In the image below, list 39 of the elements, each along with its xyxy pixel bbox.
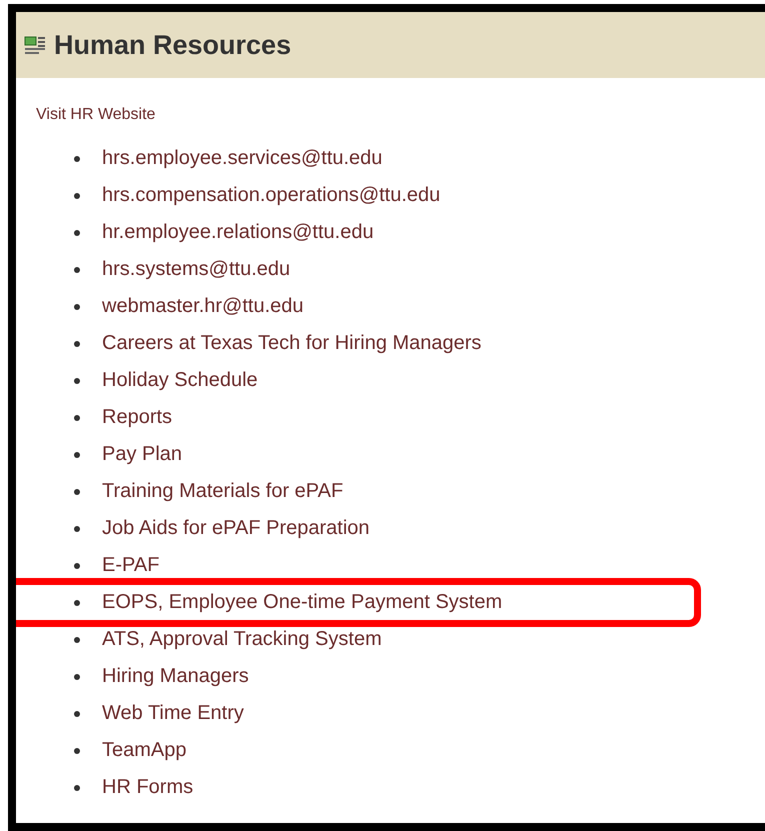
list-link[interactable]: Job Aids for ePAF Preparation [102,517,370,540]
panel-title: Human Resources [54,30,292,60]
bullet-icon [74,340,80,346]
newspaper-icon [24,35,46,55]
list-link[interactable]: Web Time Entry [102,702,244,725]
list-link[interactable]: Pay Plan [102,443,182,466]
bullet-icon [74,600,80,606]
bullet-icon [74,748,80,754]
website-link[interactable]: Visit HR Website [36,106,156,124]
list-link[interactable]: HR Forms [102,776,194,799]
bullet-icon [74,488,80,494]
list-link[interactable]: E-PAF [102,554,160,577]
list-link[interactable]: hrs.employee.services@ttu.edu [102,147,382,170]
bullet-icon [74,266,80,272]
list-link[interactable]: Training Materials for ePAF [102,480,344,503]
list-link[interactable]: EOPS, Employee One-time Payment System [102,591,502,614]
bullet-icon [74,526,80,532]
bullet-icon [74,636,80,642]
bullet-icon [74,304,80,310]
bullet-icon [74,562,80,568]
list-link[interactable]: hrs.systems@ttu.edu [102,258,290,281]
list-link[interactable]: ATS, Approval Tracking System [102,628,382,651]
bullet-icon [74,710,80,716]
list-link[interactable]: TeamApp [102,739,186,762]
bullet-icon [74,414,80,420]
bullet-icon [74,156,80,162]
list-link[interactable]: Reports [102,406,172,429]
bullet-icon [74,378,80,384]
bullet-icon [74,192,80,198]
bullet-icon [74,674,80,680]
bullet-icon [74,230,80,236]
bullet-icon [74,784,80,790]
list-link[interactable]: hr.employee.relations@ttu.edu [102,221,374,244]
list-link[interactable]: webmaster.hr@ttu.edu [102,295,304,318]
list-link[interactable]: Careers at Texas Tech for Hiring Managers [102,332,482,355]
list-link[interactable]: hrs.compensation.operations@ttu.edu [102,184,440,207]
bullet-icon [74,452,80,458]
list-link[interactable]: Hiring Managers [102,665,249,688]
list-link[interactable]: Holiday Schedule [102,369,258,392]
